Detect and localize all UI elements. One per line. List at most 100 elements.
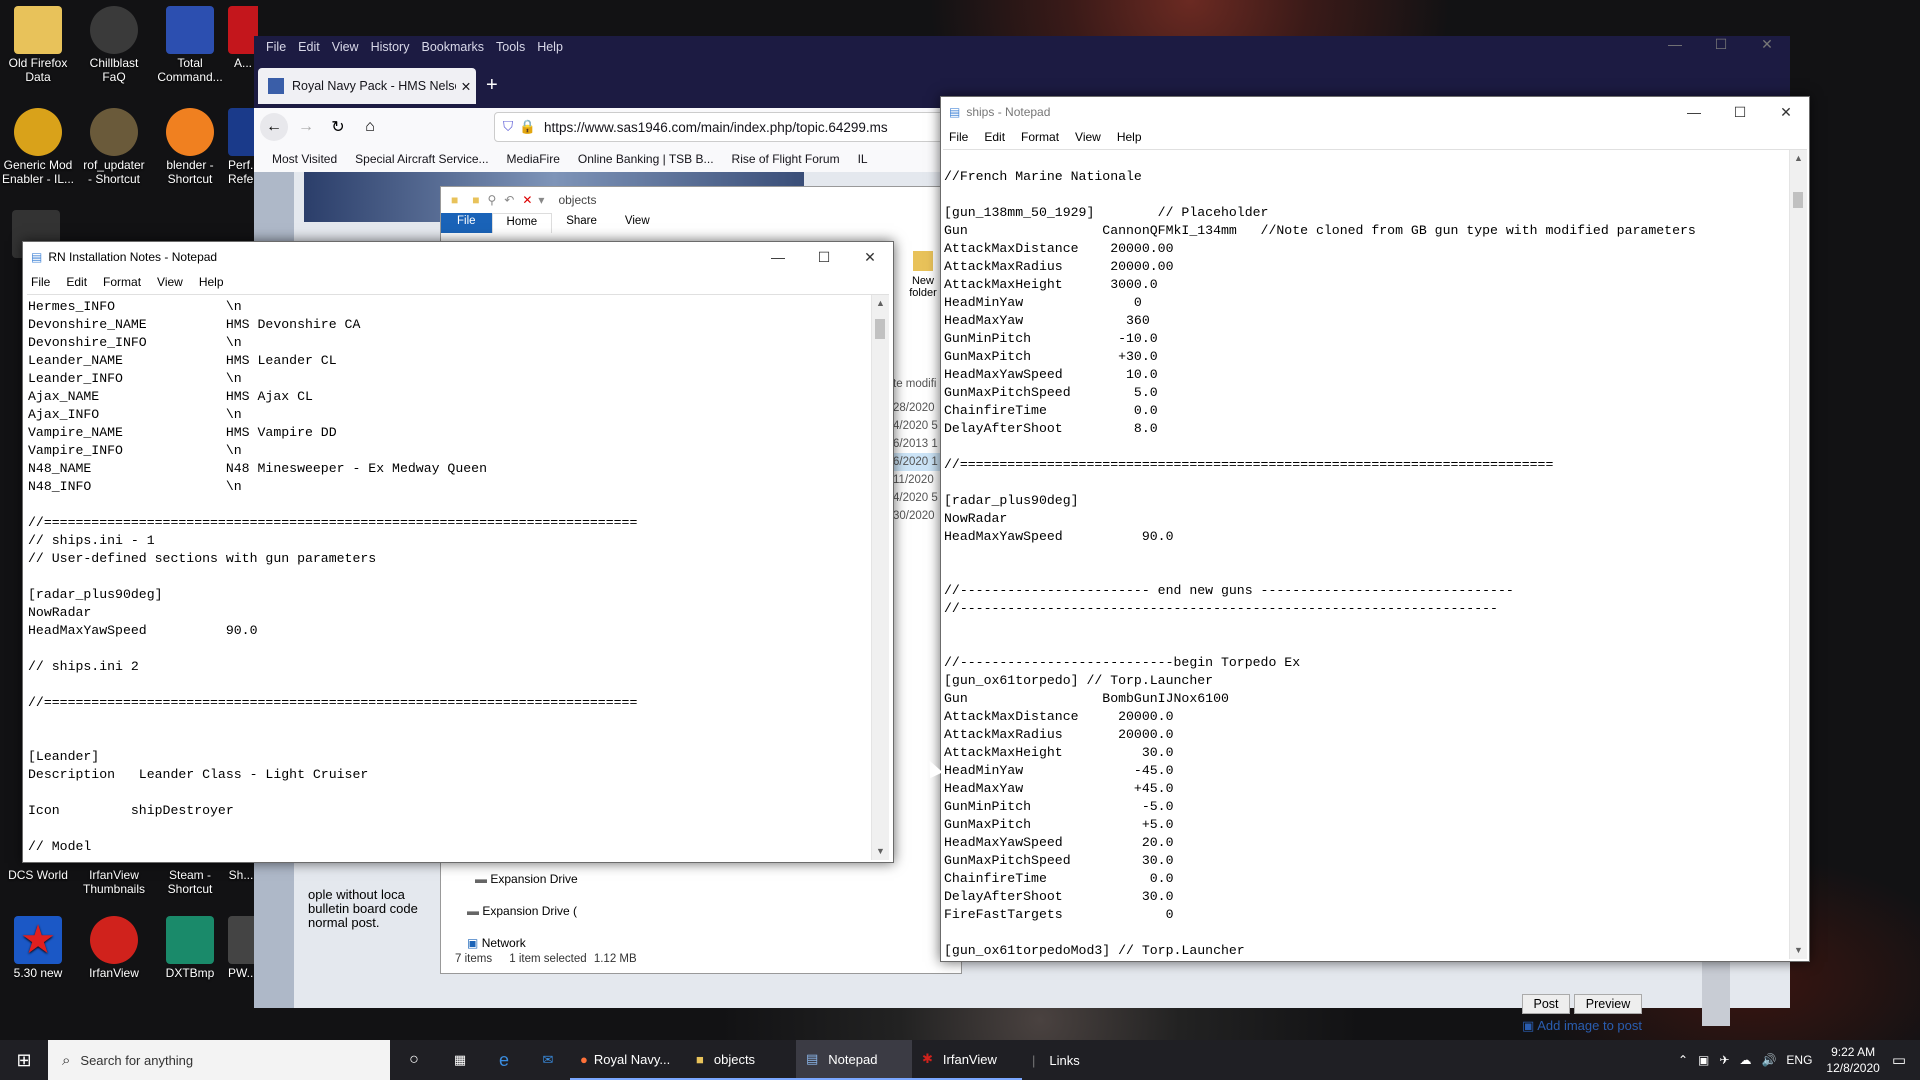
taskbar-search[interactable]: ⌕ Search for anything: [48, 1040, 390, 1080]
taskbar-notepad[interactable]: ▤ Notepad: [796, 1040, 912, 1080]
desktop-icon-total-commander[interactable]: Total Command...: [152, 6, 228, 84]
ff-menu-edit[interactable]: Edit: [292, 40, 326, 54]
desktop-icon-blender[interactable]: blender - Shortcut: [152, 108, 228, 186]
bookmark-most-visited[interactable]: Most Visited: [272, 152, 337, 166]
undo-icon[interactable]: ↶: [504, 193, 514, 207]
scroll-down-icon[interactable]: ▼: [872, 843, 889, 860]
back-icon[interactable]: ←: [260, 113, 288, 141]
notepad-rn-scrollbar[interactable]: ▲ ▼: [871, 295, 889, 860]
desktop-icon-sh[interactable]: Sh...: [228, 868, 254, 882]
ff-menu-help[interactable]: Help: [531, 40, 569, 54]
tab-close-icon[interactable]: ✕: [456, 79, 476, 94]
add-image-link[interactable]: ▣ Add image to post: [1522, 1018, 1642, 1034]
edge-icon[interactable]: e: [482, 1040, 526, 1080]
cortana-icon[interactable]: ○: [390, 1040, 438, 1080]
ff-menu-history[interactable]: History: [365, 40, 416, 54]
forward-icon[interactable]: →: [292, 118, 320, 136]
notifications-icon[interactable]: ▭: [1892, 1051, 1906, 1069]
taskbar-links[interactable]: | Links: [1022, 1040, 1102, 1080]
mail-icon[interactable]: ✉: [526, 1040, 570, 1080]
ribbon-tab-file[interactable]: File: [441, 213, 492, 233]
lock-icon[interactable]: 🔒: [519, 119, 536, 135]
ff-menu-file[interactable]: File: [260, 40, 292, 54]
bookmark-mediafire[interactable]: MediaFire: [507, 152, 560, 166]
menu-file[interactable]: File: [23, 275, 58, 289]
minimize-icon[interactable]: —: [1652, 36, 1698, 53]
taskbar-explorer[interactable]: ■ objects: [686, 1040, 796, 1080]
scroll-thumb[interactable]: [875, 319, 885, 339]
url-bar[interactable]: ⛉ 🔒 https://www.sas1946.com/main/index.p…: [494, 112, 1016, 142]
nav-item-expansion-drive[interactable]: ▬ Expansion Drive: [441, 863, 597, 895]
desktop-icon-irfanview-thumbnails[interactable]: IrfanView Thumbnails: [76, 868, 152, 896]
notepad-rn-editor[interactable]: Hermes_INFO \n Devonshire_NAME HMS Devon…: [27, 294, 889, 860]
desktop-icon-generic-mod-enabler[interactable]: Generic Mod Enabler - IL...: [0, 108, 76, 186]
home-icon[interactable]: ⌂: [356, 118, 384, 136]
desktop-icon-old-firefox-data[interactable]: Old Firefox Data: [0, 6, 76, 84]
clock[interactable]: 9:22 AM 12/8/2020: [1826, 1044, 1879, 1076]
menu-edit[interactable]: Edit: [58, 275, 95, 289]
ff-menu-view[interactable]: View: [326, 40, 365, 54]
nav-item-expansion-drive-2[interactable]: ▬ Expansion Drive (: [441, 895, 597, 927]
scroll-down-icon[interactable]: ▼: [1790, 942, 1807, 959]
bookmark-online-banking[interactable]: Online Banking | TSB B...: [578, 152, 714, 166]
desktop-icon-dxtbmp[interactable]: DXTBmp: [152, 916, 228, 980]
taskbar-irfanview[interactable]: ✱ IrfanView: [912, 1040, 1022, 1080]
menu-view[interactable]: View: [149, 275, 191, 289]
menu-edit[interactable]: Edit: [976, 130, 1013, 144]
minimize-icon[interactable]: —: [1671, 97, 1717, 127]
scroll-up-icon[interactable]: ▲: [1790, 150, 1807, 167]
menu-format[interactable]: Format: [95, 275, 149, 289]
menu-view[interactable]: View: [1067, 130, 1109, 144]
scroll-up-icon[interactable]: ▲: [872, 295, 889, 312]
ribbon-tab-home[interactable]: Home: [491, 213, 553, 233]
start-button[interactable]: ⊞: [0, 1040, 48, 1080]
delete-icon[interactable]: ✕: [522, 193, 532, 207]
taskbar-firefox[interactable]: ● Royal Navy...: [570, 1040, 686, 1080]
store-icon[interactable]: ▦: [438, 1040, 482, 1080]
menu-help[interactable]: Help: [1109, 130, 1150, 144]
new-tab-icon[interactable]: +: [486, 74, 498, 97]
onedrive-icon[interactable]: ☁: [1739, 1053, 1751, 1067]
desktop-icon-530-new[interactable]: ★ 5.30 new: [0, 916, 76, 980]
menu-format[interactable]: Format: [1013, 130, 1067, 144]
language-indicator[interactable]: ENG: [1786, 1053, 1812, 1067]
ff-menu-bookmarks[interactable]: Bookmarks: [415, 40, 490, 54]
bookmark-il[interactable]: IL: [858, 152, 868, 166]
shield-icon[interactable]: ⛉: [503, 119, 513, 135]
post-button[interactable]: Post: [1522, 994, 1570, 1014]
network-icon[interactable]: ✈: [1719, 1053, 1729, 1067]
desktop-icon-pw[interactable]: PW...: [228, 916, 254, 980]
bookmark-rise-of-flight[interactable]: Rise of Flight Forum: [732, 152, 840, 166]
notepad-ships-editor[interactable]: //French Marine Nationale [gun_138mm_50_…: [943, 149, 1807, 959]
menu-help[interactable]: Help: [191, 275, 232, 289]
notepad-ships-scrollbar[interactable]: ▲ ▼: [1789, 150, 1807, 959]
close-icon[interactable]: ✕: [1763, 97, 1809, 127]
preview-button[interactable]: Preview: [1574, 994, 1642, 1014]
bookmark-special-aircraft-service[interactable]: Special Aircraft Service...: [355, 152, 488, 166]
qa-dropdown-icon[interactable]: ▾: [538, 193, 544, 207]
close-icon[interactable]: ✕: [847, 242, 893, 272]
reload-icon[interactable]: ↻: [324, 117, 352, 137]
chevron-up-icon[interactable]: ⌃: [1678, 1053, 1688, 1067]
ribbon-tab-share[interactable]: Share: [552, 213, 611, 233]
new-folder-button[interactable]: New folder: [903, 251, 943, 299]
meet-icon[interactable]: ▣: [1698, 1053, 1709, 1067]
menu-file[interactable]: File: [941, 130, 976, 144]
close-icon[interactable]: ✕: [1744, 36, 1790, 53]
desktop-icon-chillblast[interactable]: Chillblast FaQ: [76, 6, 152, 84]
desktop-icon-steam[interactable]: Steam - Shortcut: [152, 868, 228, 896]
maximize-icon[interactable]: ☐: [1717, 97, 1763, 127]
volume-icon[interactable]: 🔊: [1761, 1053, 1776, 1067]
pin-icon[interactable]: ⚲: [488, 193, 497, 207]
qa-folder-icon[interactable]: ■: [472, 193, 479, 207]
scroll-thumb[interactable]: [1793, 192, 1803, 208]
minimize-icon[interactable]: —: [755, 242, 801, 272]
desktop-icon-dcs-world[interactable]: DCS World: [0, 868, 76, 882]
maximize-icon[interactable]: ☐: [801, 242, 847, 272]
tab-royal-navy[interactable]: Royal Navy Pack - HMS Nelson ✕: [258, 68, 476, 104]
ribbon-tab-view[interactable]: View: [611, 213, 664, 233]
desktop-icon-irfanview[interactable]: IrfanView: [76, 916, 152, 980]
desktop-icon-rof-updater[interactable]: rof_updater - Shortcut: [76, 108, 152, 186]
ff-menu-tools[interactable]: Tools: [490, 40, 531, 54]
maximize-icon[interactable]: ☐: [1698, 36, 1744, 53]
